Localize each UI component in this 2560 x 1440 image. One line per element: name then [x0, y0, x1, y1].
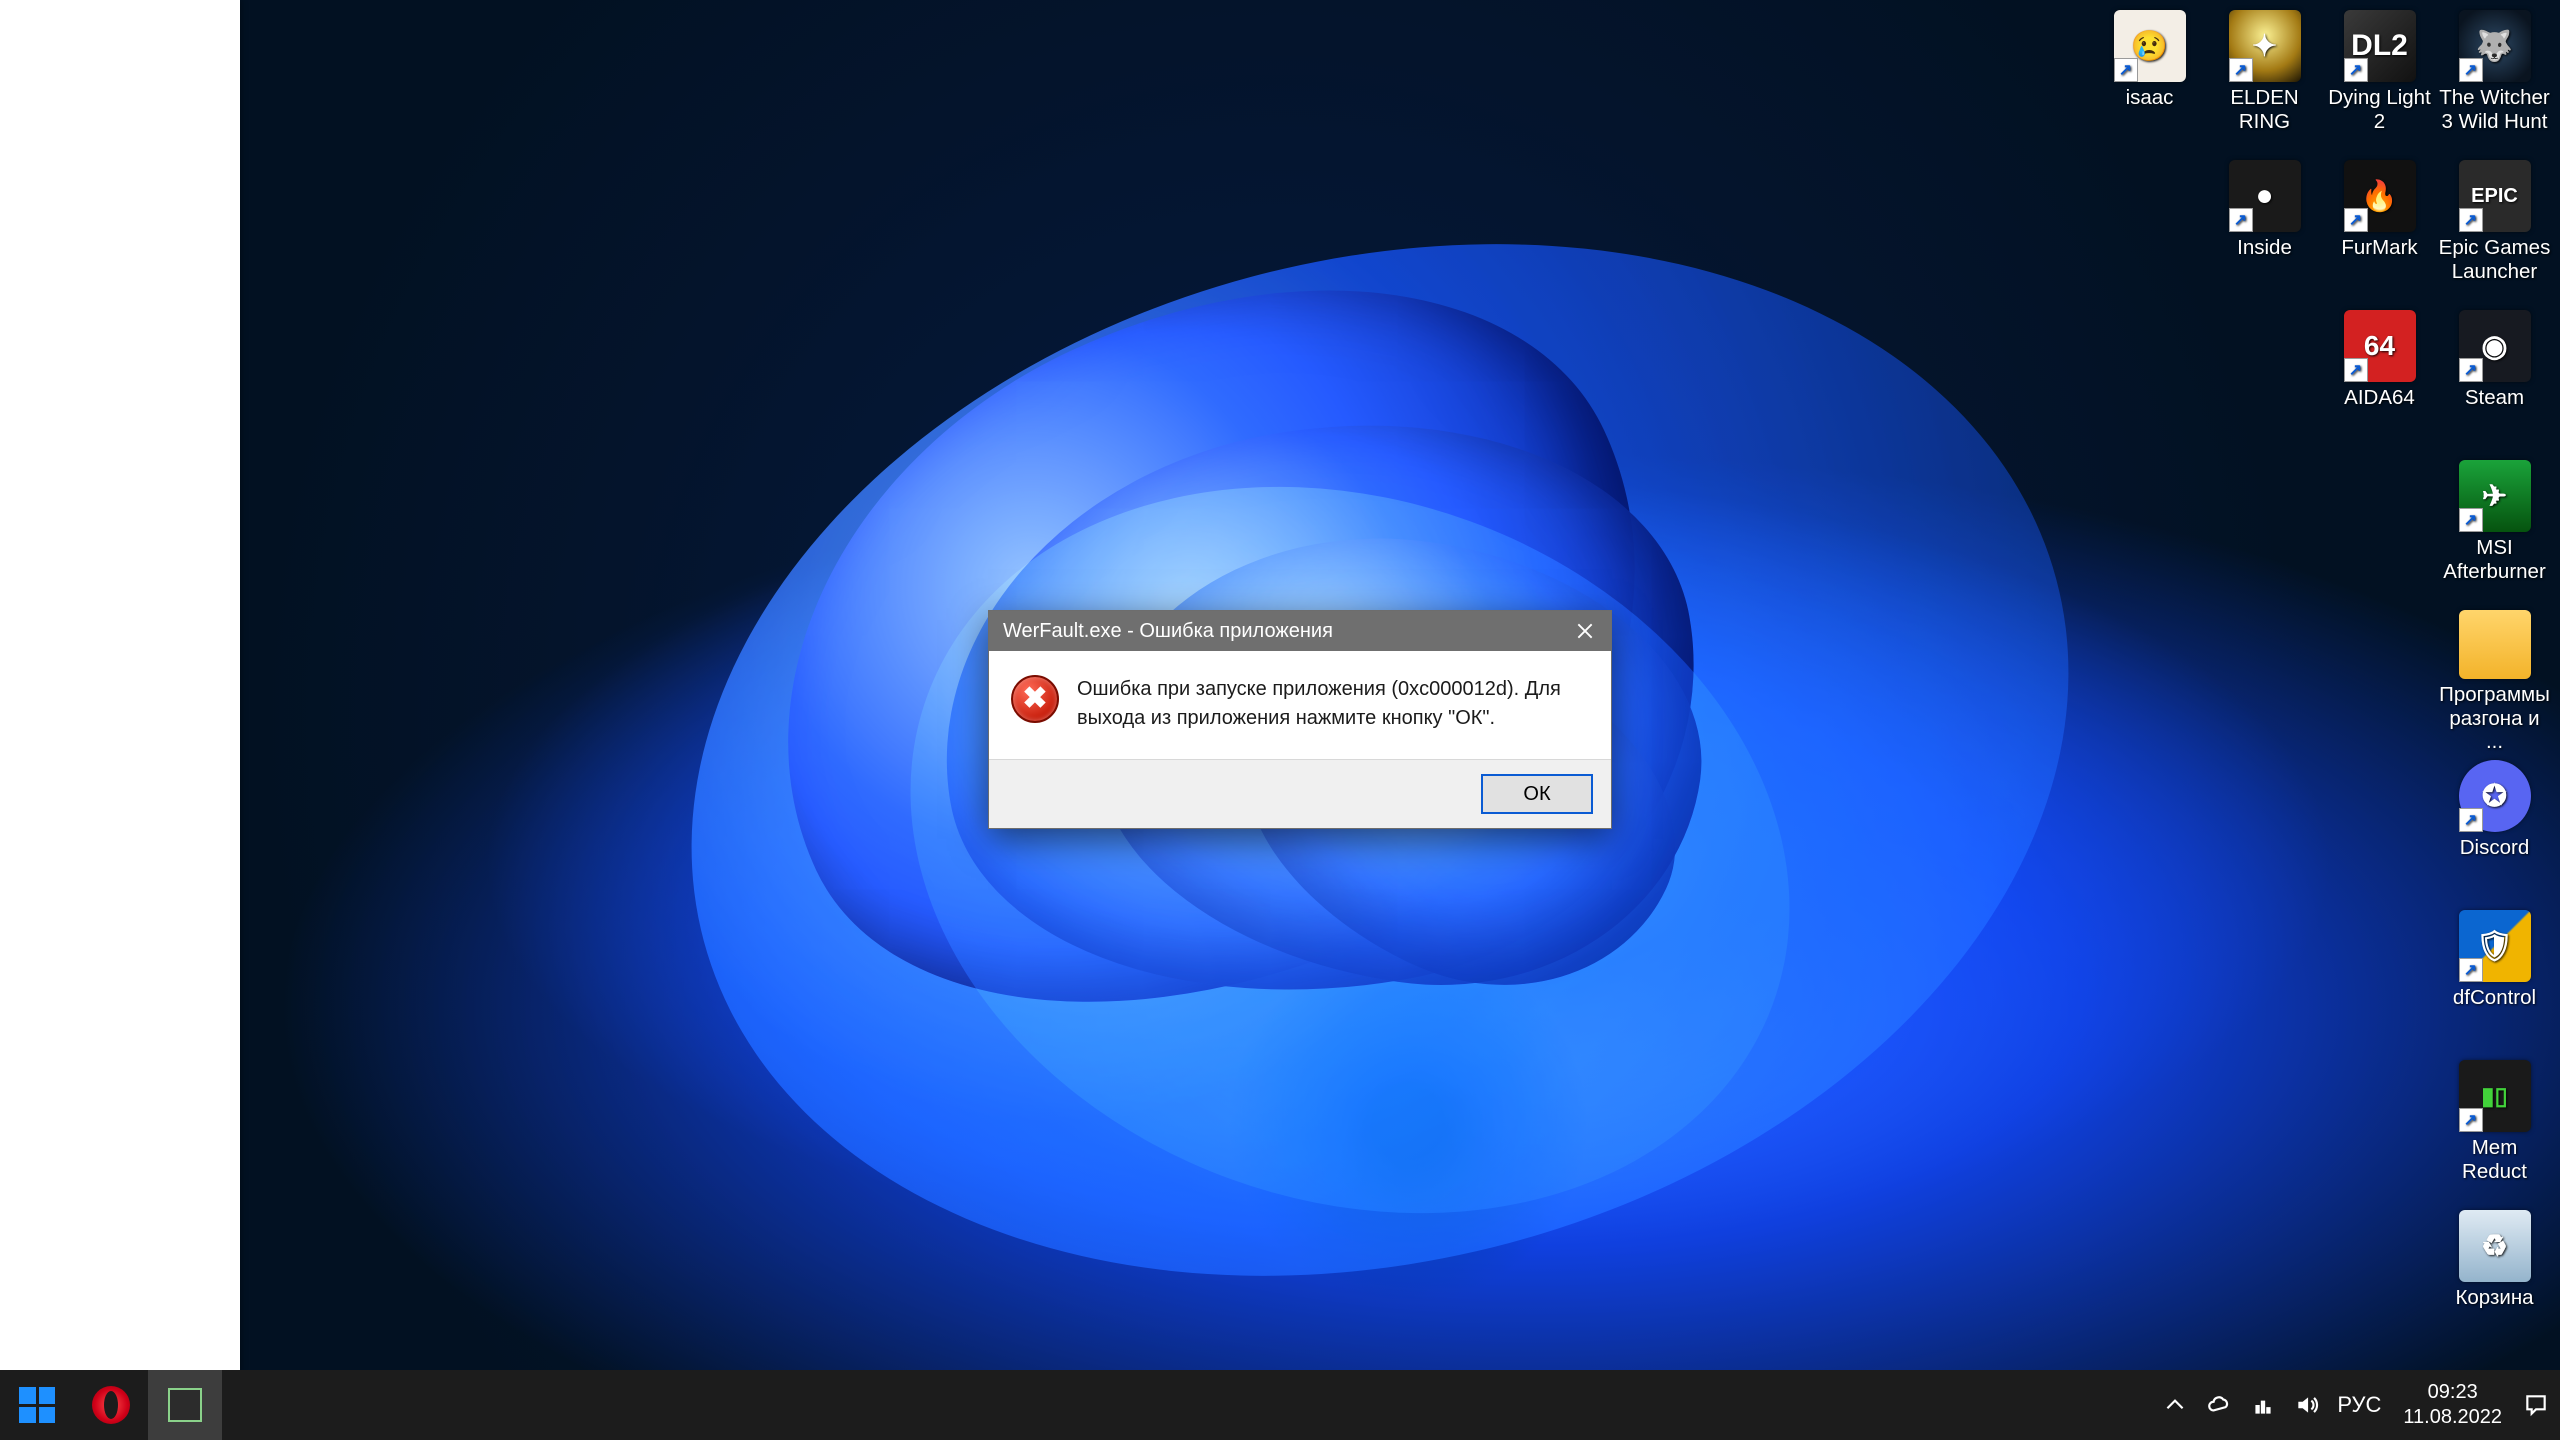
desktop-icon-label: The Witcher 3 Wild Hunt: [2439, 86, 2551, 133]
notification-icon: [2523, 1392, 2549, 1418]
aida64-icon: 64↗: [2344, 310, 2416, 382]
language-indicator: РУС: [2337, 1392, 2381, 1418]
mem-reduct-icon: ▮▯↗: [2459, 1060, 2531, 1132]
desktop-icon-furmark[interactable]: 🔥↗ FurMark: [2322, 154, 2437, 304]
background-window-blank[interactable]: [0, 0, 240, 1372]
shortcut-arrow-icon: ↗: [2459, 208, 2483, 232]
taskbar-clock[interactable]: 09:23 11.08.2022: [2389, 1380, 2516, 1430]
msi-afterburner-icon: ✈↗: [2459, 460, 2531, 532]
elden-ring-icon: ✦↗: [2229, 10, 2301, 82]
desktop-icon-label: Steam: [2465, 386, 2524, 410]
desktop-icon-label: isaac: [2126, 86, 2174, 110]
desktop-icon-label: ELDEN RING: [2209, 86, 2321, 133]
dfcontrol-icon: 🛡↗: [2459, 910, 2531, 982]
close-icon: [1577, 623, 1593, 639]
chevron-up-icon: [2162, 1392, 2188, 1418]
shortcut-arrow-icon: ↗: [2459, 808, 2483, 832]
desktop-icon-eldenring[interactable]: ✦↗ ELDEN RING: [2207, 4, 2322, 154]
folder-icon: [2459, 610, 2531, 679]
desktop-icon-recyclebin[interactable]: ♻ Корзина: [2437, 1204, 2552, 1354]
witcher-icon: 🐺↗: [2459, 10, 2531, 82]
app-window-icon: [168, 1388, 202, 1422]
start-button[interactable]: [0, 1370, 74, 1440]
desktop-icon-label: Inside: [2237, 236, 2292, 260]
discord-icon: ✪↗: [2459, 760, 2531, 832]
desktop-icon-steam[interactable]: ◉↗ Steam: [2437, 304, 2552, 454]
notification-center-button[interactable]: [2516, 1370, 2556, 1440]
dialog-body: ✖ Ошибка при запуске приложения (0xc0000…: [989, 651, 1611, 759]
shortcut-arrow-icon: ↗: [2229, 208, 2253, 232]
error-dialog: WerFault.exe - Ошибка приложения ✖ Ошибк…: [988, 610, 1612, 829]
clock-time: 09:23: [2403, 1380, 2502, 1405]
desktop-icon-dfcontrol[interactable]: 🛡↗ dfControl: [2437, 904, 2552, 1054]
desktop-icon-epicgames[interactable]: EPIC↗ Epic Games Launcher: [2437, 154, 2552, 304]
desktop-icon-inside[interactable]: ●↗ Inside: [2207, 154, 2322, 304]
desktop-icon-label: AIDA64: [2344, 386, 2415, 410]
shortcut-arrow-icon: ↗: [2459, 358, 2483, 382]
tray-network-button[interactable]: [2241, 1370, 2285, 1440]
tray-volume-button[interactable]: [2285, 1370, 2329, 1440]
cloud-icon: [2206, 1392, 2232, 1418]
steam-icon: ◉↗: [2459, 310, 2531, 382]
network-icon: [2250, 1392, 2276, 1418]
dialog-footer: ОК: [989, 759, 1611, 828]
shortcut-arrow-icon: ↗: [2459, 508, 2483, 532]
desktop-icon-grid: 🐺↗ The Witcher 3 Wild Hunt DL2↗ Dying Li…: [2052, 0, 2560, 1354]
furmark-icon: 🔥↗: [2344, 160, 2416, 232]
desktop-icon-label: FurMark: [2341, 236, 2417, 260]
inside-icon: ●↗: [2229, 160, 2301, 232]
desktop-icon-dyinglight2[interactable]: DL2↗ Dying Light 2: [2322, 4, 2437, 154]
dialog-message: Ошибка при запуске приложения (0xc000012…: [1077, 675, 1583, 733]
recycle-bin-icon: ♻: [2459, 1210, 2531, 1282]
opera-icon: [92, 1386, 130, 1424]
taskbar-app-opera[interactable]: [74, 1370, 148, 1440]
isaac-icon: 😢↗: [2114, 10, 2186, 82]
shortcut-arrow-icon: ↗: [2459, 958, 2483, 982]
desktop-icon-label: dfControl: [2453, 986, 2536, 1010]
desktop-icon-isaac[interactable]: 😢↗ isaac: [2092, 4, 2207, 154]
dying-light-icon: DL2↗: [2344, 10, 2416, 82]
shortcut-arrow-icon: ↗: [2114, 58, 2138, 82]
tray-language-button[interactable]: РУС: [2329, 1370, 2389, 1440]
desktop-icon-msiafterburner[interactable]: ✈↗ MSI Afterburner: [2437, 454, 2552, 604]
dialog-titlebar[interactable]: WerFault.exe - Ошибка приложения: [989, 611, 1611, 651]
taskbar-app-running[interactable]: [148, 1370, 222, 1440]
shortcut-arrow-icon: ↗: [2344, 58, 2368, 82]
desktop-icon-label: Корзина: [2455, 1286, 2533, 1310]
desktop-icon-label: Программы разгона и ...: [2439, 683, 2551, 754]
windows-logo-icon: [19, 1387, 55, 1423]
tray-onedrive-button[interactable]: [2197, 1370, 2241, 1440]
clock-date: 11.08.2022: [2403, 1405, 2502, 1430]
dialog-close-button[interactable]: [1559, 611, 1611, 651]
desktop-icon-aida64[interactable]: 64↗ AIDA64: [2322, 304, 2437, 454]
dialog-ok-button[interactable]: ОК: [1481, 774, 1593, 814]
desktop-icon-overclock-folder[interactable]: Программы разгона и ...: [2437, 604, 2552, 754]
taskbar-right: РУС 09:23 11.08.2022: [2153, 1370, 2560, 1440]
desktop-icon-witcher3[interactable]: 🐺↗ The Witcher 3 Wild Hunt: [2437, 4, 2552, 154]
shortcut-arrow-icon: ↗: [2344, 208, 2368, 232]
desktop-icon-memreduct[interactable]: ▮▯↗ Mem Reduct: [2437, 1054, 2552, 1204]
desktop-icon-label: Epic Games Launcher: [2439, 236, 2551, 283]
desktop-icon-discord[interactable]: ✪↗ Discord: [2437, 754, 2552, 904]
tray-overflow-button[interactable]: [2153, 1370, 2197, 1440]
desktop-icon-label: Mem Reduct: [2439, 1136, 2551, 1183]
error-icon: ✖: [1011, 675, 1059, 723]
shortcut-arrow-icon: ↗: [2459, 58, 2483, 82]
desktop-icon-label: MSI Afterburner: [2439, 536, 2551, 583]
epic-games-icon: EPIC↗: [2459, 160, 2531, 232]
shortcut-arrow-icon: ↗: [2229, 58, 2253, 82]
dialog-title: WerFault.exe - Ошибка приложения: [1003, 620, 1559, 643]
taskbar: РУС 09:23 11.08.2022: [0, 1370, 2560, 1440]
desktop-icon-label: Dying Light 2: [2324, 86, 2436, 133]
desktop-icon-label: Discord: [2460, 836, 2530, 860]
shortcut-arrow-icon: ↗: [2459, 1108, 2483, 1132]
shortcut-arrow-icon: ↗: [2344, 358, 2368, 382]
taskbar-left: [0, 1370, 222, 1440]
volume-icon: [2294, 1392, 2320, 1418]
